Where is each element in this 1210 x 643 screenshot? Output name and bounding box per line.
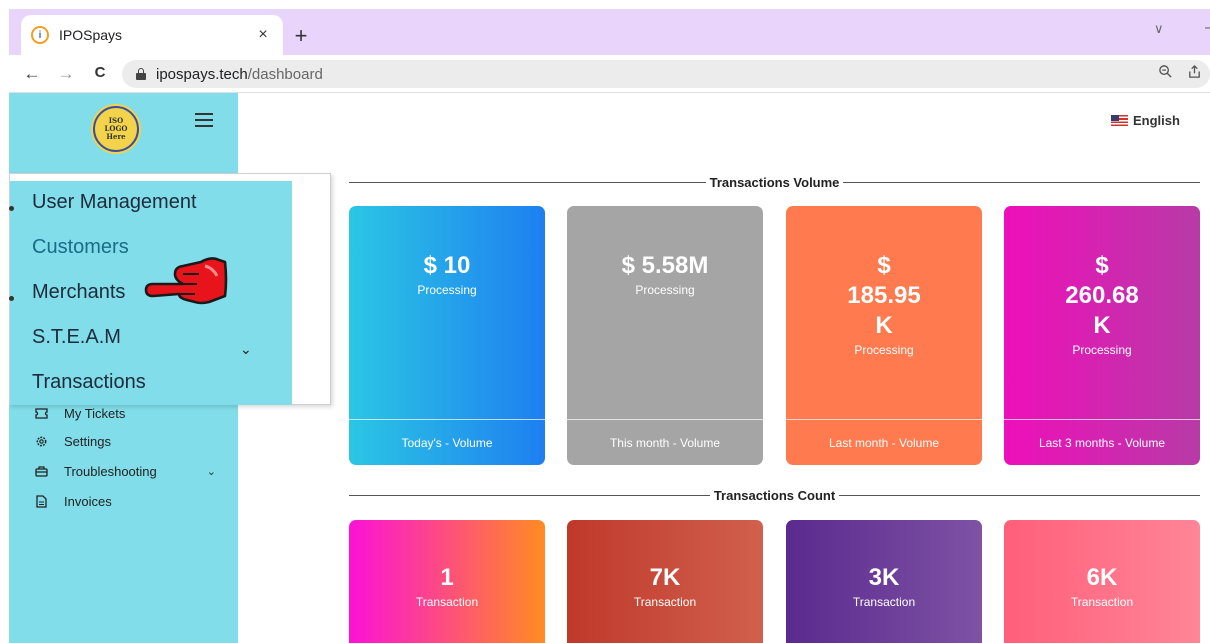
card-label: Processing xyxy=(1072,343,1132,357)
language-label: English xyxy=(1133,113,1180,128)
card-footer: Last 3 months - Volume xyxy=(1004,419,1200,465)
card-value: $ 185.95 K xyxy=(847,252,921,339)
card-label: Processing xyxy=(417,283,477,297)
count-card-today[interactable]: 1 Transaction xyxy=(349,520,545,643)
count-card-last-3-months[interactable]: 6K Transaction xyxy=(1004,520,1200,643)
section-title-text: Transactions Volume xyxy=(709,174,840,190)
card-value: $ 10 xyxy=(423,252,471,279)
volume-card-today[interactable]: $ 10 Processing Today's - Volume xyxy=(349,206,545,465)
ticket-icon xyxy=(34,406,48,420)
card-label: Transaction xyxy=(852,595,916,609)
card-label: Processing xyxy=(854,343,914,357)
sidebar-item-invoices[interactable]: Invoices xyxy=(34,490,224,512)
sidebar-item-label: Invoices xyxy=(64,493,112,509)
menu-item-user-management[interactable]: User Management xyxy=(32,191,197,214)
favicon-icon: i xyxy=(31,26,49,44)
url-path: /dashboard xyxy=(247,65,323,83)
volume-card-last-3-months[interactable]: $ 260.68 K Processing Last 3 months - Vo… xyxy=(1004,206,1200,465)
tab-search-chevron-icon[interactable]: ∨ xyxy=(1154,21,1164,37)
sidebar-item-settings[interactable]: Settings xyxy=(34,430,224,452)
url-input[interactable]: ipospays.tech/dashboard xyxy=(122,60,1210,88)
card-footer: This month - Volume xyxy=(567,419,763,465)
url-host: ipospays.tech xyxy=(156,65,248,83)
browser-tab-bar: i IPOSpays × + ∨ — xyxy=(9,9,1210,55)
new-tab-icon[interactable]: + xyxy=(289,23,313,49)
menu-item-steam[interactable]: S.T.E.A.M xyxy=(32,326,121,349)
reload-icon[interactable]: C xyxy=(89,64,111,81)
gear-icon xyxy=(34,434,48,448)
count-card-this-month[interactable]: 7K Transaction xyxy=(567,520,763,643)
logo-text-line: Here xyxy=(106,132,126,141)
bullet-dot xyxy=(9,206,14,211)
hamburger-menu-icon[interactable] xyxy=(195,113,213,127)
card-value: $ 5.58M xyxy=(621,252,709,279)
volume-card-last-month[interactable]: $ 185.95 K Processing Last month - Volum… xyxy=(786,206,982,465)
card-label: Transaction xyxy=(1070,595,1134,609)
volume-card-this-month[interactable]: $ 5.58M Processing This month - Volume xyxy=(567,206,763,465)
sidebar-item-label: Settings xyxy=(64,433,111,449)
language-selector[interactable]: English xyxy=(1111,113,1180,128)
menu-item-transactions[interactable]: Transactions xyxy=(32,371,146,394)
card-value: 7K xyxy=(649,564,681,591)
toolbox-icon xyxy=(34,464,48,478)
card-value: 1 xyxy=(440,564,454,591)
sidebar-item-my-tickets[interactable]: My Tickets xyxy=(34,402,224,424)
tab-title: IPOSpays xyxy=(59,27,123,43)
forward-icon[interactable]: → xyxy=(55,64,77,84)
section-title-text: Transactions Count xyxy=(713,487,836,503)
browser-tab[interactable]: i IPOSpays × xyxy=(21,15,283,55)
card-label: Transaction xyxy=(415,595,479,609)
window-minimize-icon[interactable]: — xyxy=(1205,19,1210,37)
chevron-down-icon[interactable]: ⌄ xyxy=(240,341,252,358)
menu-item-customers[interactable]: Customers xyxy=(32,236,129,259)
card-footer: Today's - Volume xyxy=(349,419,545,465)
card-footer: Last month - Volume xyxy=(786,419,982,465)
section-title-volume: Transactions Volume xyxy=(349,173,1200,191)
card-value: 3K xyxy=(868,564,900,591)
chevron-down-icon[interactable]: ⌄ xyxy=(207,465,216,478)
back-icon[interactable]: ← xyxy=(21,64,43,84)
lock-icon xyxy=(136,68,146,80)
app-window: i IPOSpays × + ∨ — ← → C ipospays.tech/d… xyxy=(0,0,1210,643)
sidebar-item-label: Troubleshooting xyxy=(64,463,157,479)
share-icon[interactable] xyxy=(1187,64,1202,79)
zoom-icon[interactable] xyxy=(1158,64,1173,79)
left-edge xyxy=(0,0,9,643)
iso-logo[interactable]: ISO LOGO Here xyxy=(93,106,139,152)
section-title-count: Transactions Count xyxy=(349,486,1200,504)
pointing-hand-icon xyxy=(144,257,228,305)
count-card-last-month[interactable]: 3K Transaction xyxy=(786,520,982,643)
card-value: 6K xyxy=(1086,564,1118,591)
bullet-dot xyxy=(9,296,14,301)
tab-close-icon[interactable]: × xyxy=(253,26,273,44)
document-icon xyxy=(34,494,48,508)
menu-item-merchants[interactable]: Merchants xyxy=(32,281,125,304)
card-label: Processing xyxy=(635,283,695,297)
us-flag-icon xyxy=(1111,115,1128,126)
sidebar-item-label: My Tickets xyxy=(64,405,126,421)
card-label: Transaction xyxy=(633,595,697,609)
sidebar-item-troubleshooting[interactable]: Troubleshooting ⌄ xyxy=(34,460,224,482)
card-value: $ 260.68 K xyxy=(1065,252,1139,339)
browser-address-bar: ← → C ipospays.tech/dashboard xyxy=(9,55,1210,93)
